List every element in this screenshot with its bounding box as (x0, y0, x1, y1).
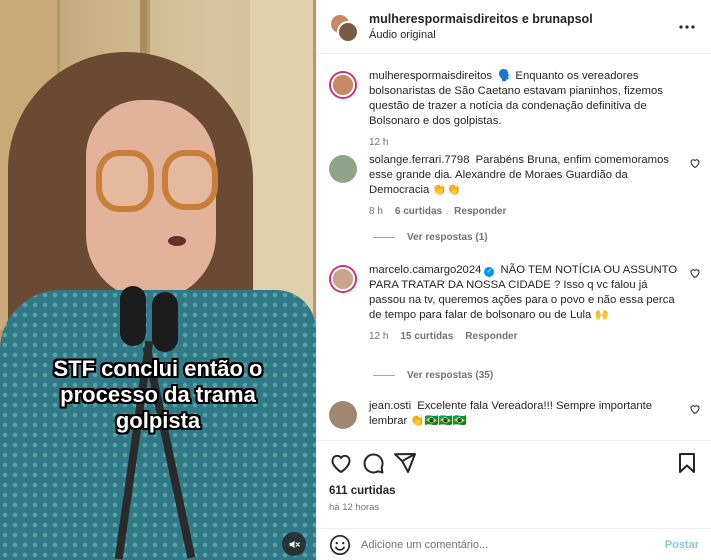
glasses-right (162, 150, 218, 210)
avatar[interactable] (329, 401, 357, 429)
view-replies-label: Ver respostas (35) (407, 370, 494, 381)
post-time[interactable]: há 12 horas (329, 502, 379, 513)
comment-item: marcelo.camargo2024 ✓ NÃO TEM NOTÍCIA OU … (329, 263, 701, 344)
heart-icon[interactable] (689, 157, 701, 169)
comment-input[interactable] (361, 538, 665, 551)
wall-panel (250, 0, 316, 330)
reel-video[interactable]: STF conclui então o processo da trama go… (0, 0, 316, 560)
post-side-panel: mulherespormaisdireitos e brunapsol Áudi… (316, 0, 711, 560)
comment-item: jean.osti Excelente fala Vereadora!!! Se… (329, 399, 701, 429)
heart-icon[interactable] (689, 267, 701, 279)
avatar[interactable] (329, 265, 357, 293)
more-icon (679, 24, 695, 29)
mute-button[interactable] (282, 532, 306, 556)
comment-likes[interactable]: 15 curtidas (400, 329, 453, 344)
view-replies-button[interactable]: Ver respostas (1) (373, 232, 488, 243)
bookmark-icon[interactable] (675, 451, 699, 475)
microphone (120, 286, 146, 346)
video-caption: STF conclui então o processo da trama go… (53, 356, 263, 433)
comment-icon[interactable] (361, 451, 385, 475)
emoji-icon[interactable] (329, 534, 351, 556)
audio-link[interactable]: Áudio original (369, 29, 675, 41)
reply-button[interactable]: Responder (454, 204, 506, 219)
glasses-left (96, 150, 154, 212)
collab-avatars[interactable] (329, 12, 359, 43)
comment-username[interactable]: jean.osti (369, 400, 411, 412)
share-icon[interactable] (393, 451, 417, 475)
comment-time[interactable]: 12 h (369, 329, 388, 344)
caption-comment: mulherespormaisdireitos 🗣️ Enquanto os v… (329, 69, 701, 150)
view-replies-button[interactable]: Ver respostas (35) (373, 370, 493, 381)
comment-item: solange.ferrari.7798 Parabéns Bruna, enf… (329, 153, 701, 219)
speaker-mouth (168, 236, 186, 246)
comment-username[interactable]: solange.ferrari.7798 (369, 154, 469, 166)
avatar (337, 20, 359, 43)
avatar[interactable] (329, 71, 357, 99)
comment-username[interactable]: mulherespormaisdireitos (369, 70, 492, 82)
like-heart-icon[interactable] (329, 451, 353, 475)
comment-username[interactable]: marcelo.camargo2024 (369, 264, 481, 276)
comments-list[interactable]: mulherespormaisdireitos 🗣️ Enquanto os v… (317, 55, 711, 440)
add-comment-bar: Postar (317, 528, 711, 560)
post-header: mulherespormaisdireitos e brunapsol Áudi… (317, 0, 711, 54)
verified-badge-icon: ✓ (484, 267, 495, 277)
microphone (152, 292, 178, 352)
speaker-muted-icon (289, 540, 300, 548)
divider (373, 237, 395, 238)
more-options-button[interactable] (675, 15, 699, 39)
post-actions: 611 curtidas há 12 horas (317, 440, 711, 520)
post-button[interactable]: Postar (665, 539, 699, 551)
view-replies-label: Ver respostas (1) (407, 232, 488, 243)
heart-icon[interactable] (689, 403, 701, 415)
author-names[interactable]: mulherespormaisdireitos e brunapsol (369, 12, 675, 26)
comment-time[interactable]: 12 h (369, 135, 388, 150)
comment-likes[interactable]: 6 curtidas (395, 204, 442, 219)
comment-text: Excelente fala Vereadora!!! Sempre impor… (369, 400, 653, 427)
comment-time[interactable]: 8 h (369, 204, 383, 219)
avatar[interactable] (329, 155, 357, 183)
like-count[interactable]: 611 curtidas (329, 485, 395, 497)
reply-button[interactable]: Responder (465, 329, 517, 344)
divider (373, 375, 395, 376)
